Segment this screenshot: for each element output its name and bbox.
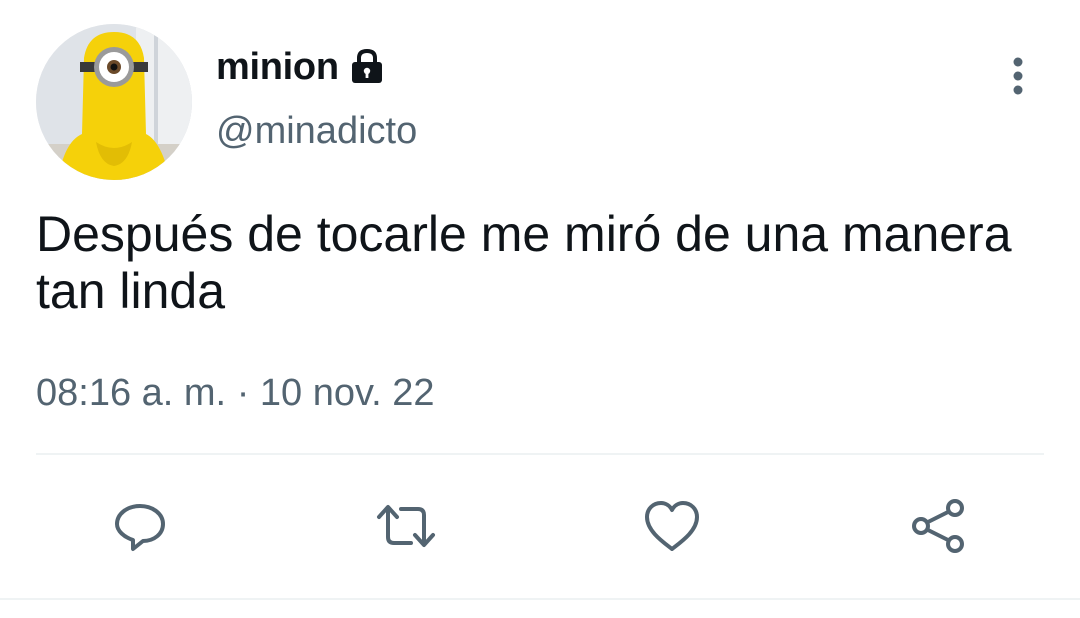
lock-icon bbox=[347, 46, 387, 86]
more-vertical-icon bbox=[1013, 57, 1023, 95]
avatar[interactable] bbox=[36, 24, 192, 180]
bottom-divider bbox=[0, 598, 1080, 600]
like-button[interactable] bbox=[636, 490, 708, 562]
tweet-time: 08:16 a. m. bbox=[36, 372, 227, 414]
reply-button[interactable] bbox=[104, 490, 176, 562]
heart-icon bbox=[645, 501, 699, 551]
more-options-button[interactable] bbox=[998, 52, 1038, 100]
tweet-card: minion @minadicto Después de tocarle me … bbox=[0, 0, 1080, 618]
display-name-row: minion bbox=[216, 42, 387, 92]
share-button[interactable] bbox=[902, 490, 974, 562]
meta-separator: · bbox=[236, 372, 250, 414]
tweet-text: Después de tocarle me miró de una manera… bbox=[36, 206, 1012, 319]
share-icon bbox=[912, 499, 964, 553]
action-bar bbox=[0, 490, 1080, 562]
user-handle[interactable]: @minadicto bbox=[216, 110, 417, 153]
divider bbox=[36, 453, 1044, 455]
minion-avatar-image bbox=[36, 24, 192, 180]
display-name[interactable]: minion bbox=[216, 46, 339, 89]
reply-icon bbox=[115, 504, 165, 551]
retweet-button[interactable] bbox=[370, 490, 442, 562]
tweet-date: 10 nov. 22 bbox=[259, 372, 435, 414]
tweet-timestamp[interactable]: 08:16 a. m. · 10 nov. 22 bbox=[36, 372, 435, 415]
retweet-icon bbox=[377, 505, 435, 547]
